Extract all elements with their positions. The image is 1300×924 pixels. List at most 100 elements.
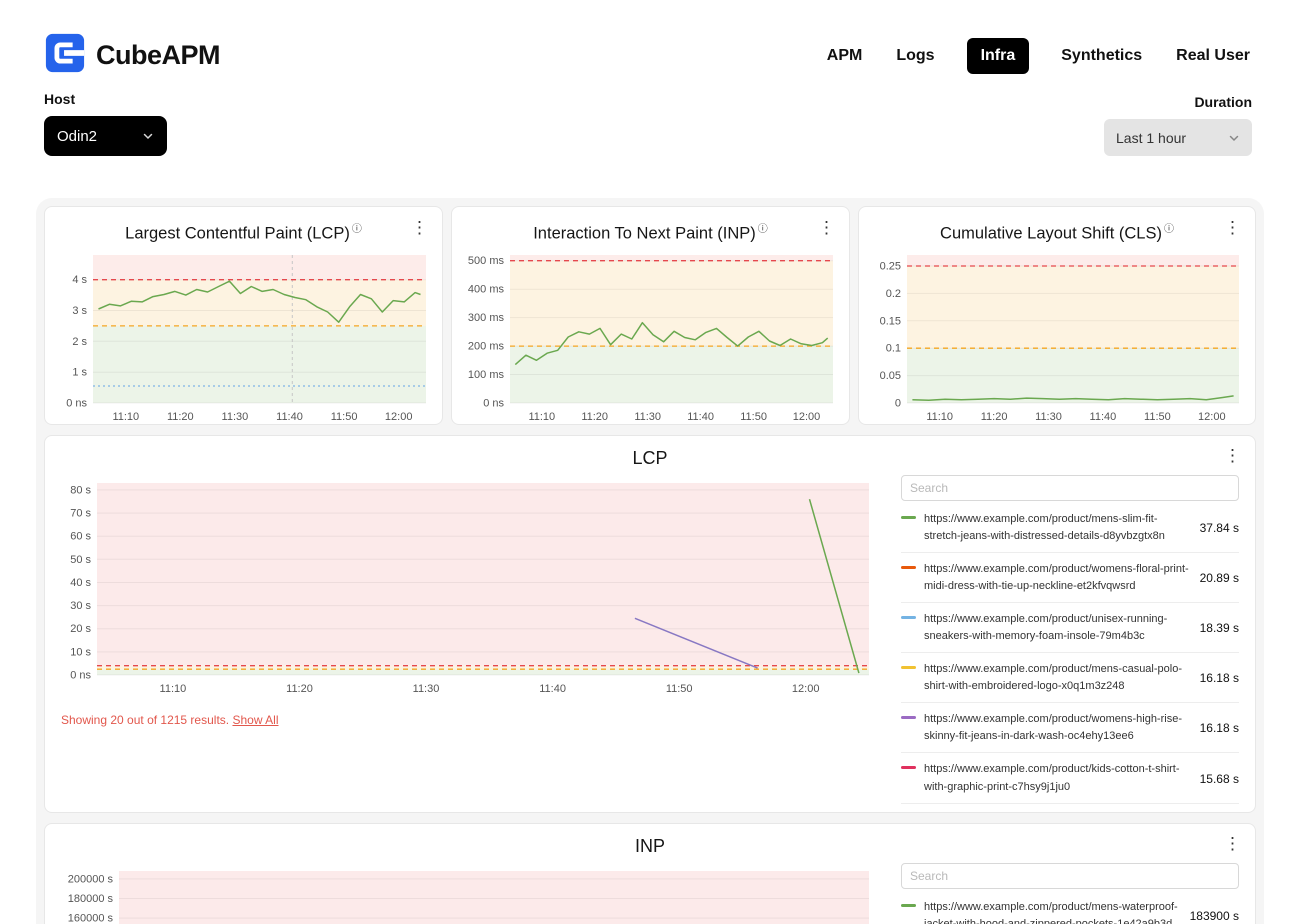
kebab-menu-icon[interactable]: ⋮ xyxy=(1224,835,1241,852)
card-title: LCP xyxy=(632,448,667,468)
svg-text:11:20: 11:20 xyxy=(581,411,608,423)
lcp-detail-card: LCP ⋮ 0 ns10 s20 s30 s40 s50 s60 s70 s80… xyxy=(44,435,1256,813)
url-list-item[interactable]: https://www.example.com/product/womens-h… xyxy=(901,703,1239,753)
svg-text:4 s: 4 s xyxy=(72,275,87,287)
series-color-dash-icon xyxy=(901,566,916,569)
svg-text:0 ns: 0 ns xyxy=(70,670,91,682)
host-filter: Host Odin2 xyxy=(44,91,167,156)
cls-trend-chart: 00.050.10.150.20.2511:1011:2011:3011:401… xyxy=(861,247,1251,425)
svg-text:10 s: 10 s xyxy=(70,646,91,658)
url-text: https://www.example.com/product/mens-sli… xyxy=(924,511,1192,545)
url-list: https://www.example.com/product/mens-sli… xyxy=(901,503,1239,804)
kebab-menu-icon[interactable]: ⋮ xyxy=(818,219,835,236)
url-text: https://www.example.com/product/mens-wat… xyxy=(924,899,1182,924)
url-text: https://www.example.com/product/mens-cas… xyxy=(924,661,1192,695)
url-list-item[interactable]: https://www.example.com/product/unisex-r… xyxy=(901,603,1239,653)
svg-text:200 ms: 200 ms xyxy=(468,341,505,353)
search-input[interactable] xyxy=(901,863,1239,889)
svg-text:11:40: 11:40 xyxy=(539,683,566,695)
card-title: Cumulative Layout Shift (CLS) xyxy=(940,224,1162,242)
svg-text:0.15: 0.15 xyxy=(880,316,901,328)
filter-bar: Host Odin2 Duration Last 1 hour xyxy=(0,85,1300,156)
card-title: Interaction To Next Paint (INP) xyxy=(533,224,756,242)
svg-text:20 s: 20 s xyxy=(70,623,91,635)
app-header: CubeAPM APM Logs Infra Synthetics Real U… xyxy=(0,0,1300,85)
search-input[interactable] xyxy=(901,475,1239,501)
info-icon[interactable]: ⓘ xyxy=(352,224,362,235)
nav-item-real-user[interactable]: Real User xyxy=(1174,38,1252,74)
svg-text:70 s: 70 s xyxy=(70,508,91,520)
svg-text:11:40: 11:40 xyxy=(276,411,303,423)
url-list-item[interactable]: https://www.example.com/product/mens-sli… xyxy=(901,503,1239,553)
svg-text:30 s: 30 s xyxy=(70,600,91,612)
metric-value: 16.18 s xyxy=(1200,721,1239,735)
svg-text:0 ns: 0 ns xyxy=(66,398,87,410)
nav-item-apm[interactable]: APM xyxy=(825,38,865,74)
inp-summary-card: Interaction To Next Paint (INP)ⓘ ⋮ 0 ns 1… xyxy=(451,206,850,425)
svg-text:11:40: 11:40 xyxy=(1090,411,1117,423)
kebab-menu-icon[interactable]: ⋮ xyxy=(1224,219,1241,236)
lcp-detail-chart: 0 ns10 s20 s30 s40 s50 s60 s70 s80 s11:1… xyxy=(51,475,881,697)
svg-text:400 ms: 400 ms xyxy=(468,284,505,296)
series-color-dash-icon xyxy=(901,616,916,619)
svg-text:11:50: 11:50 xyxy=(740,411,767,423)
brand-name: CubeAPM xyxy=(96,40,220,71)
svg-text:500 ms: 500 ms xyxy=(468,256,505,268)
svg-text:11:10: 11:10 xyxy=(112,411,139,423)
series-color-dash-icon xyxy=(901,516,916,519)
url-list: https://www.example.com/product/mens-wat… xyxy=(901,891,1239,924)
svg-text:60 s: 60 s xyxy=(70,531,91,543)
nav-item-logs[interactable]: Logs xyxy=(894,38,936,74)
series-color-dash-icon xyxy=(901,904,916,907)
nav-item-synthetics[interactable]: Synthetics xyxy=(1059,38,1144,74)
url-list-item[interactable]: https://www.example.com/product/mens-wat… xyxy=(901,891,1239,924)
url-text: https://www.example.com/product/kids-cot… xyxy=(924,761,1192,795)
svg-text:12:00: 12:00 xyxy=(1198,411,1226,423)
series-color-dash-icon xyxy=(901,766,916,769)
kebab-menu-icon[interactable]: ⋮ xyxy=(1224,447,1241,464)
svg-text:11:10: 11:10 xyxy=(160,683,187,695)
svg-text:0 ns: 0 ns xyxy=(483,398,504,410)
svg-text:12:00: 12:00 xyxy=(385,411,413,423)
svg-text:3 s: 3 s xyxy=(72,305,87,317)
svg-text:11:40: 11:40 xyxy=(687,411,714,423)
cls-summary-card: Cumulative Layout Shift (CLS)ⓘ ⋮ 00.050.… xyxy=(858,206,1256,425)
host-label: Host xyxy=(44,91,167,107)
svg-text:80 s: 80 s xyxy=(70,484,91,496)
results-note: Showing 20 out of 1215 results. Show All xyxy=(61,713,881,727)
duration-dropdown[interactable]: Last 1 hour xyxy=(1104,119,1252,156)
info-icon[interactable]: ⓘ xyxy=(758,224,768,235)
info-icon[interactable]: ⓘ xyxy=(1164,224,1174,235)
svg-text:11:30: 11:30 xyxy=(1035,411,1062,423)
url-list-item[interactable]: https://www.example.com/product/kids-cot… xyxy=(901,753,1239,803)
nav-item-infra[interactable]: Infra xyxy=(967,38,1030,74)
svg-text:11:50: 11:50 xyxy=(331,411,358,423)
url-text: https://www.example.com/product/unisex-r… xyxy=(924,611,1192,645)
svg-text:11:50: 11:50 xyxy=(666,683,693,695)
metric-value: 18.39 s xyxy=(1200,621,1239,635)
chevron-down-icon xyxy=(142,130,154,142)
card-title: INP xyxy=(635,836,665,856)
metric-value: 183900 s xyxy=(1190,909,1239,923)
svg-text:1 s: 1 s xyxy=(72,367,87,379)
show-all-link[interactable]: Show All xyxy=(232,713,278,727)
svg-text:12:00: 12:00 xyxy=(792,683,820,695)
kebab-menu-icon[interactable]: ⋮ xyxy=(411,219,428,236)
url-list-item[interactable]: https://www.example.com/product/womens-f… xyxy=(901,553,1239,603)
svg-text:11:50: 11:50 xyxy=(1144,411,1171,423)
inp-detail-card: INP ⋮ 100000 s120000 s140000 s160000 s18… xyxy=(44,823,1256,924)
metric-value: 15.68 s xyxy=(1200,772,1239,786)
svg-text:11:10: 11:10 xyxy=(926,411,953,423)
duration-value: Last 1 hour xyxy=(1116,130,1186,146)
host-value: Odin2 xyxy=(57,128,97,145)
series-color-dash-icon xyxy=(901,666,916,669)
cubeapm-logo-icon xyxy=(44,32,86,79)
inp-detail-chart: 100000 s120000 s140000 s160000 s180000 s… xyxy=(51,863,881,924)
svg-text:0.25: 0.25 xyxy=(880,261,901,273)
host-dropdown[interactable]: Odin2 xyxy=(44,116,167,156)
svg-text:0: 0 xyxy=(895,398,901,410)
url-list-item[interactable]: https://www.example.com/product/mens-cas… xyxy=(901,653,1239,703)
metric-value: 37.84 s xyxy=(1200,521,1239,535)
brand[interactable]: CubeAPM xyxy=(44,32,220,79)
lcp-summary-card: Largest Contentful Paint (LCP)ⓘ ⋮ 0 ns1 … xyxy=(44,206,443,425)
